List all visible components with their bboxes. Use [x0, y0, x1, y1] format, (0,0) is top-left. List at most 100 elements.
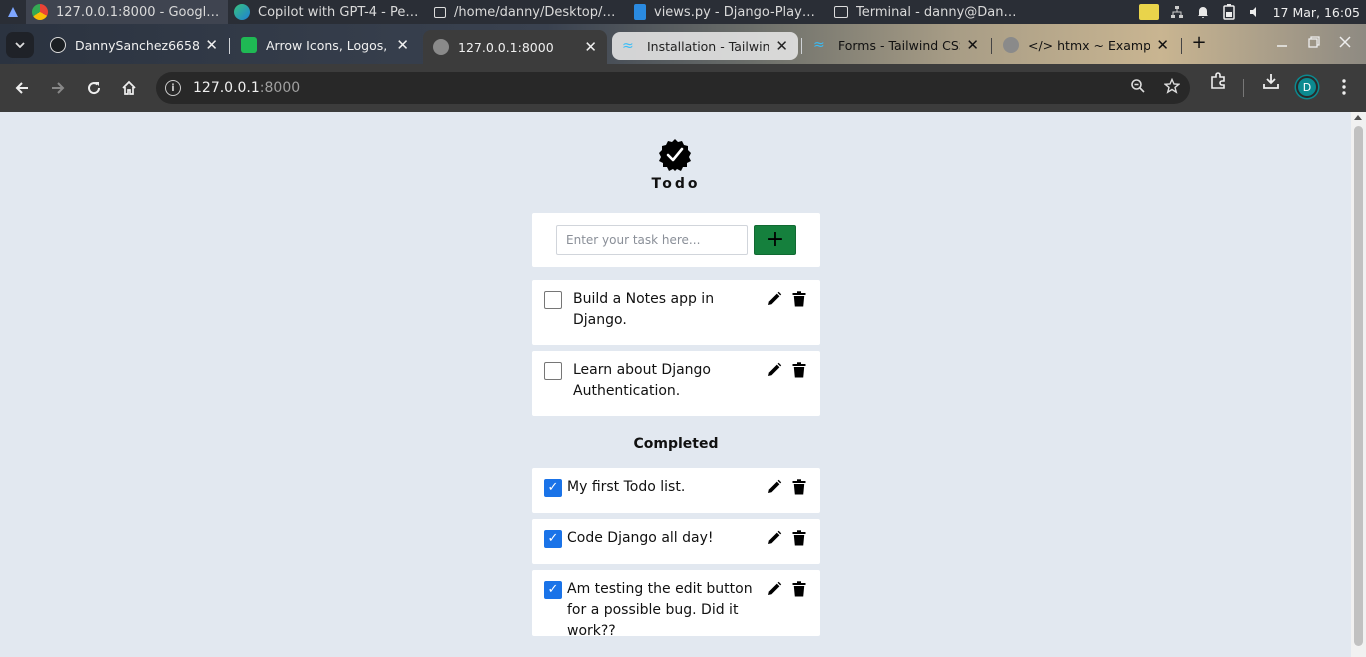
notes-icon[interactable]: [1138, 4, 1159, 20]
extensions-icon[interactable]: [1209, 72, 1227, 90]
todo-checkbox[interactable]: [544, 291, 562, 309]
close-tab-icon[interactable]: ✕: [775, 37, 788, 55]
reload-icon[interactable]: [78, 72, 110, 104]
page-viewport: Todo + Build a Notes app in Django. Lear…: [0, 112, 1366, 657]
taskbar-window-vscode[interactable]: views.py - Django-Playgroun...: [628, 0, 828, 24]
close-tab-icon[interactable]: ✕: [205, 36, 218, 54]
close-tab-icon[interactable]: ✕: [584, 38, 597, 56]
browser-tab[interactable]: </> htmx ~ Examples ✕: [993, 30, 1179, 60]
address-bar[interactable]: i 127.0.0.1:8000: [156, 72, 1190, 104]
app-title: Todo: [651, 176, 701, 192]
address-host: 127.0.0.1: [193, 80, 260, 96]
todo-text: Build a Notes app in Django.: [573, 291, 715, 328]
tab-title: 127.0.0.1:8000: [458, 39, 554, 55]
browser-tab-strip: DannySanchez6658/ ✕ Arrow Icons, Logos, …: [0, 24, 1366, 64]
download-icon[interactable]: [1262, 72, 1280, 90]
network-icon[interactable]: [1169, 4, 1185, 20]
address-port: :8000: [259, 80, 301, 96]
pencil-edit-icon[interactable]: [766, 362, 782, 378]
tab-separator: [801, 38, 802, 54]
chrome-icon: [32, 4, 48, 20]
close-tab-icon[interactable]: ✕: [1156, 36, 1169, 54]
tab-title: </> htmx ~ Examples: [1028, 37, 1151, 53]
taskbar-window-title: /home/danny/Desktop/Djan...: [454, 4, 622, 20]
trash-delete-icon[interactable]: [792, 479, 806, 495]
taskbar-window-edge[interactable]: Copilot with GPT-4 - Persona...: [228, 0, 428, 24]
profile-avatar[interactable]: D: [1296, 76, 1318, 98]
todo-item: Build a Notes app in Django.: [532, 280, 820, 345]
edge-icon: [234, 4, 250, 20]
trash-delete-icon[interactable]: [792, 581, 806, 597]
browser-toolbar: i 127.0.0.1:8000 D: [0, 64, 1366, 112]
tab-title: DannySanchez6658/: [75, 37, 200, 53]
page-scrollbar[interactable]: [1351, 112, 1366, 657]
globe-icon: [1003, 37, 1019, 53]
globe-icon: [433, 39, 449, 55]
battery-icon[interactable]: [1221, 4, 1237, 20]
completed-todo-item: ✓ Am testing the edit button for a possi…: [532, 570, 820, 639]
iconify-icon: [241, 37, 257, 53]
more-menu-icon[interactable]: [1336, 78, 1352, 96]
todo-checkbox[interactable]: [544, 362, 562, 380]
taskbar-window-terminal[interactable]: Terminal - danny@DannyX: ...: [828, 0, 1028, 24]
task-input[interactable]: [556, 225, 748, 255]
browser-tab[interactable]: DannySanchez6658/ ✕: [40, 30, 228, 60]
todo-checkbox-checked[interactable]: ✓: [544, 581, 562, 599]
add-task-button[interactable]: +: [754, 225, 796, 255]
plus-icon: +: [765, 227, 785, 252]
close-window-icon[interactable]: [1339, 36, 1351, 52]
todo-text: Code Django all day!: [567, 530, 714, 546]
close-tab-icon[interactable]: ✕: [966, 36, 979, 54]
pencil-edit-icon[interactable]: [766, 530, 782, 546]
home-icon[interactable]: [113, 72, 145, 104]
browser-tab[interactable]: ≈ Forms - Tailwind CSS ✕: [803, 30, 989, 60]
maximize-icon[interactable]: [1308, 36, 1320, 52]
os-taskbar: 127.0.0.1:8000 - Google Chr... Copilot w…: [0, 0, 1366, 24]
trash-delete-icon[interactable]: [792, 362, 806, 378]
browser-tab[interactable]: ≈ Installation - Tailwind ✕: [612, 32, 798, 60]
clock[interactable]: 17 Mar, 16:05: [1273, 5, 1360, 20]
taskbar-window-title: Copilot with GPT-4 - Persona...: [258, 4, 422, 20]
todo-text: My first Todo list.: [567, 479, 686, 495]
taskbar-window-files[interactable]: /home/danny/Desktop/Djan...: [428, 0, 628, 24]
scroll-up-arrow-icon[interactable]: [1354, 115, 1362, 120]
back-arrow-icon[interactable]: [6, 72, 38, 104]
todo-checkbox-checked[interactable]: ✓: [544, 479, 562, 497]
bell-icon[interactable]: [1195, 4, 1211, 20]
close-tab-icon[interactable]: ✕: [396, 36, 409, 54]
folder-icon: [434, 6, 446, 18]
minimize-icon[interactable]: [1276, 36, 1288, 52]
toolbar-separator: [1243, 79, 1244, 97]
zoom-icon[interactable]: [1130, 78, 1146, 98]
pencil-edit-icon[interactable]: [766, 581, 782, 597]
tab-search-button[interactable]: [6, 32, 34, 58]
browser-tab-active[interactable]: 127.0.0.1:8000 ✕: [423, 30, 607, 64]
completed-heading: Completed: [633, 436, 719, 452]
completed-todo-item: ✓ My first Todo list.: [532, 468, 820, 513]
pencil-edit-icon[interactable]: [766, 291, 782, 307]
new-tab-plus-icon[interactable]: +: [1189, 34, 1209, 54]
browser-tab[interactable]: Arrow Icons, Logos, S ✕: [231, 30, 419, 60]
github-icon: [50, 37, 66, 53]
site-info-icon[interactable]: i: [165, 80, 181, 96]
todo-text: Learn about Django Authentication.: [573, 362, 711, 399]
system-tray: 17 Mar, 16:05: [1138, 4, 1366, 20]
taskbar-window-title: Terminal - danny@DannyX: ...: [856, 4, 1022, 20]
trash-delete-icon[interactable]: [792, 291, 806, 307]
volume-icon[interactable]: [1247, 4, 1263, 20]
tab-title: Arrow Icons, Logos, S: [266, 37, 391, 53]
forward-arrow-icon[interactable]: [42, 72, 74, 104]
scrollbar-thumb[interactable]: [1354, 126, 1363, 646]
tab-separator: [229, 38, 230, 54]
tailwind-icon: ≈: [813, 37, 825, 53]
terminal-icon: [834, 6, 848, 18]
todo-checkbox-checked[interactable]: ✓: [544, 530, 562, 548]
trash-delete-icon[interactable]: [792, 530, 806, 546]
pencil-edit-icon[interactable]: [766, 479, 782, 495]
start-menu-icon[interactable]: [0, 0, 26, 24]
bookmark-star-icon[interactable]: [1163, 77, 1181, 98]
vscode-icon: [634, 4, 646, 20]
avatar: D: [1296, 76, 1318, 98]
taskbar-window-chrome[interactable]: 127.0.0.1:8000 - Google Chr...: [26, 0, 228, 24]
taskbar-window-title: views.py - Django-Playgroun...: [654, 4, 822, 20]
